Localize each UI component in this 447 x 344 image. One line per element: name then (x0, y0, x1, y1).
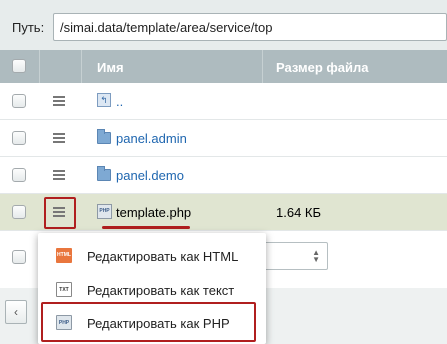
php-file-icon: PHP (97, 204, 112, 219)
file-name-link[interactable]: panel.demo (116, 168, 184, 183)
row-checkbox[interactable] (12, 131, 26, 145)
column-header-size[interactable]: Размер файла (276, 60, 369, 75)
path-bar: Путь: /simai.data/template/area/service/… (0, 0, 447, 50)
row-checkbox[interactable] (12, 94, 26, 108)
html-file-icon: HTML (56, 248, 72, 263)
row-checkbox[interactable] (12, 205, 26, 219)
folder-icon (97, 166, 111, 181)
menu-item-edit-html[interactable]: HTML Редактировать как HTML (38, 239, 266, 273)
table-row[interactable]: panel.demo (0, 157, 447, 194)
row-menu-icon[interactable] (53, 133, 65, 143)
column-divider (39, 50, 40, 83)
select-all-checkbox[interactable] (12, 59, 26, 73)
bulk-checkbox[interactable] (12, 250, 26, 264)
file-name-link[interactable]: panel.admin (116, 131, 187, 146)
column-divider (262, 50, 263, 83)
prev-page-button[interactable]: ‹ (5, 300, 27, 324)
menu-item-label: Редактировать как HTML (87, 249, 239, 264)
column-divider (81, 50, 82, 83)
table-row[interactable]: panel.admin (0, 120, 447, 157)
folder-up-icon: ↰ (97, 93, 111, 107)
row-checkbox[interactable] (12, 168, 26, 182)
select-arrows-icon: ▲ ▼ (312, 248, 320, 264)
file-name-link[interactable]: .. (116, 94, 123, 109)
column-header-name[interactable]: Имя (97, 60, 124, 75)
table-row[interactable]: ↰ .. (0, 83, 447, 120)
highlight-underline (102, 226, 190, 229)
row-menu-icon[interactable] (53, 170, 65, 180)
highlight-frame-php-item (41, 302, 256, 342)
table-header: Имя Размер файла (0, 50, 447, 83)
path-input[interactable]: /simai.data/template/area/service/top (53, 13, 447, 41)
menu-item-label: Редактировать как текст (87, 283, 235, 298)
path-label: Путь: (12, 20, 45, 35)
file-size: 1.64 КБ (276, 205, 322, 220)
file-name-link[interactable]: template.php (116, 205, 191, 220)
highlight-frame-menu-button (44, 197, 76, 229)
row-menu-icon[interactable] (53, 96, 65, 106)
folder-icon (97, 129, 111, 144)
txt-file-icon: TXT (56, 282, 72, 297)
